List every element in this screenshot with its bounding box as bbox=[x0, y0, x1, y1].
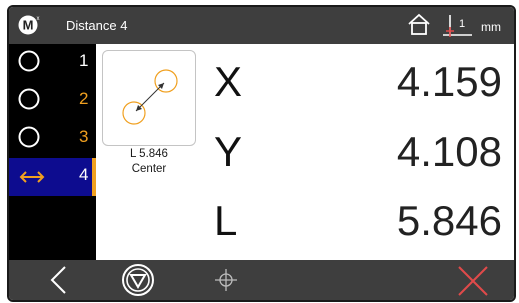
feature-number: 4 bbox=[79, 165, 89, 184]
feature-number: 1 bbox=[79, 51, 89, 70]
title-bar: M x Distance 4 1 mm bbox=[9, 7, 514, 44]
feature-number: 2 bbox=[79, 89, 89, 108]
metlogix-logo-icon: M x bbox=[18, 15, 40, 35]
thumbnail-caption: L 5.846 Center bbox=[102, 147, 196, 177]
svg-text:1: 1 bbox=[459, 18, 465, 30]
axis-label-y: Y bbox=[214, 128, 243, 175]
circle-icon bbox=[18, 88, 40, 110]
double-arrow-icon bbox=[19, 171, 45, 183]
axis-label-l: L bbox=[214, 197, 238, 244]
circle-icon bbox=[18, 50, 40, 72]
selection-indicator bbox=[92, 158, 96, 196]
distance-mode: Center bbox=[131, 163, 167, 175]
bottom-toolbar bbox=[9, 260, 514, 300]
feature-number: 3 bbox=[79, 127, 89, 146]
home-icon[interactable] bbox=[406, 12, 432, 38]
distance-diagram-icon bbox=[122, 69, 178, 125]
back-icon[interactable] bbox=[47, 264, 71, 296]
feature-list: 1 2 3 4 bbox=[9, 44, 96, 260]
svg-text:x: x bbox=[37, 16, 40, 22]
crosshair-icon[interactable] bbox=[214, 268, 238, 292]
window-title: Distance 4 bbox=[66, 18, 128, 33]
distance-summary: L 5.846 bbox=[130, 148, 168, 160]
datum-origin-icon[interactable]: 1 bbox=[441, 13, 475, 39]
feature-item-2[interactable]: 2 bbox=[9, 82, 96, 120]
app-window: M x Distance 4 1 mm 1 2 3 4 L 5.846 Cent… bbox=[7, 5, 516, 302]
close-icon[interactable] bbox=[456, 264, 490, 298]
feature-item-4[interactable]: 4 bbox=[9, 158, 96, 196]
feature-item-3[interactable]: 3 bbox=[9, 120, 96, 158]
menu-triangle-icon[interactable] bbox=[121, 263, 155, 297]
svg-text:M: M bbox=[23, 18, 34, 33]
axis-label-x: X bbox=[214, 58, 243, 105]
feature-thumbnail[interactable] bbox=[102, 50, 196, 146]
feature-item-1[interactable]: 1 bbox=[9, 44, 96, 82]
readout-value-x: 4.159 bbox=[396, 58, 502, 105]
readout-value-l: 5.846 bbox=[396, 197, 502, 244]
circle-icon bbox=[18, 126, 40, 148]
readout-value-y: 4.108 bbox=[396, 128, 502, 175]
units-label[interactable]: mm bbox=[481, 20, 501, 34]
